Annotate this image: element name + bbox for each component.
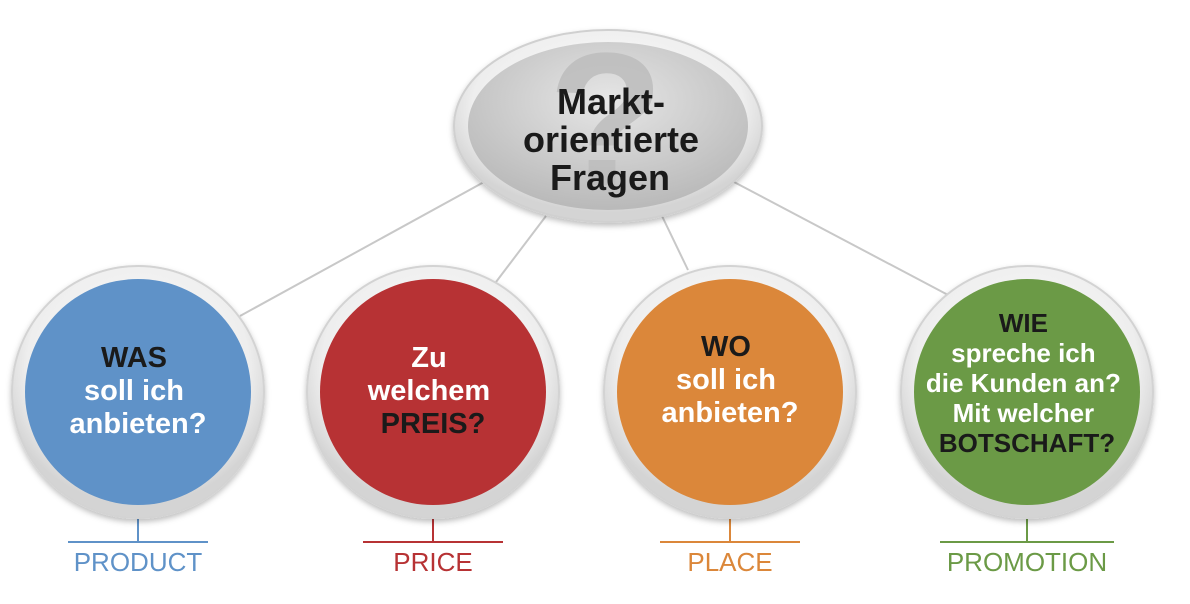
caption-place: PLACE — [687, 547, 772, 577]
marketing-mix-diagram: ? Markt- orientierte Fragen WAS soll ich… — [11, 14, 1154, 577]
label-price-line-1: Zu — [411, 342, 446, 374]
node-promotion: WIE spreche ich die Kunden an? Mit welch… — [900, 265, 1154, 577]
caption-product: PRODUCT — [74, 547, 203, 577]
label-place-line-3: anbieten? — [662, 397, 799, 429]
connector-place — [661, 215, 689, 271]
node-place: WO soll ich anbieten? PLACE — [603, 265, 857, 577]
label-product-line-1: WAS — [101, 342, 167, 374]
connector-price — [495, 215, 547, 283]
label-promotion-line-2: spreche ich — [951, 338, 1096, 368]
label-promotion-line-4: Mit welcher — [953, 398, 1095, 428]
label-promotion-line-1: WIE — [999, 308, 1048, 338]
label-place-line-2: soll ich — [676, 364, 776, 396]
label-price-line-3: PREIS? — [381, 408, 486, 440]
root-label-line-3: Fragen — [550, 157, 670, 198]
label-place-line-1: WO — [701, 331, 751, 363]
caption-promotion: PROMOTION — [947, 547, 1107, 577]
root-node: ? Markt- orientierte Fragen — [453, 14, 763, 226]
label-product-line-3: anbieten? — [70, 408, 207, 440]
label-price-line-2: welchem — [367, 375, 491, 407]
label-promotion-line-5: BOTSCHAFT? — [939, 428, 1115, 458]
node-product: WAS soll ich anbieten? PRODUCT — [11, 265, 265, 577]
label-product-line-2: soll ich — [84, 375, 184, 407]
node-price: Zu welchem PREIS? PRICE — [306, 265, 560, 577]
label-promotion-line-3: die Kunden an? — [926, 368, 1121, 398]
root-label-line-2: orientierte — [523, 119, 699, 160]
root-label-line-1: Markt- — [557, 81, 665, 122]
caption-price: PRICE — [393, 547, 472, 577]
